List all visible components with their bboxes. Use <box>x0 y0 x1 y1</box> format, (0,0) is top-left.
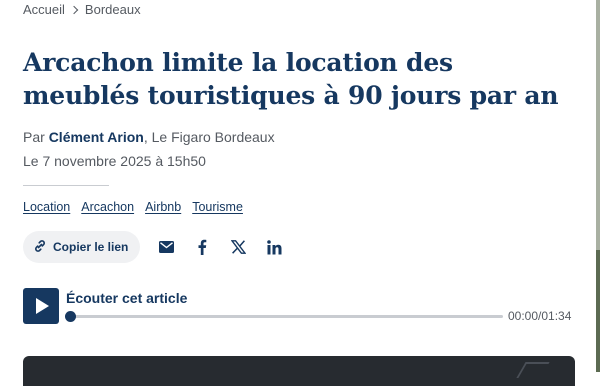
tag-link[interactable]: Location <box>23 200 70 214</box>
audio-progress-track[interactable] <box>65 311 503 322</box>
breadcrumb: Accueil Bordeaux <box>23 2 141 17</box>
mail-icon[interactable] <box>156 237 176 257</box>
breadcrumb-home-link[interactable]: Accueil <box>23 2 65 17</box>
x-icon[interactable] <box>228 237 248 257</box>
audio-progress-handle[interactable] <box>65 311 76 322</box>
linkedin-icon[interactable] <box>264 237 284 257</box>
breadcrumb-section-link[interactable]: Bordeaux <box>85 2 141 17</box>
media-player-top <box>23 356 575 386</box>
copy-link-label: Copier le lien <box>53 240 129 254</box>
media-logo-icon <box>516 362 550 378</box>
tag-list: Location Arcachon Airbnb Tourisme <box>23 200 243 214</box>
divider <box>23 185 109 186</box>
play-button[interactable] <box>23 288 59 324</box>
share-bar: Copier le lien <box>23 231 284 263</box>
chevron-right-icon <box>69 5 79 14</box>
tag-link[interactable]: Tourisme <box>192 200 243 214</box>
publication-date: Le 7 novembre 2025 à 15h50 <box>23 153 206 169</box>
tag-link[interactable]: Airbnb <box>145 200 181 214</box>
side-image-edge <box>596 0 600 372</box>
author-link[interactable]: Clément Arion <box>49 129 144 145</box>
byline: Par Clément Arion, Le Figaro Bordeaux <box>23 129 275 145</box>
link-icon <box>33 239 47 256</box>
publication-name: , Le Figaro Bordeaux <box>143 129 275 145</box>
copy-link-button[interactable]: Copier le lien <box>23 231 141 263</box>
audio-time: 00:00/01:34 <box>508 309 572 323</box>
byline-prefix: Par <box>23 129 45 145</box>
tag-link[interactable]: Arcachon <box>81 200 134 214</box>
article-title: Arcachon limite la location des meublés … <box>23 48 559 110</box>
play-icon <box>36 298 49 314</box>
audio-title: Écouter cet article <box>66 290 188 306</box>
facebook-icon[interactable] <box>192 237 212 257</box>
audio-player: Écouter cet article 00:00/01:34 <box>23 288 575 324</box>
